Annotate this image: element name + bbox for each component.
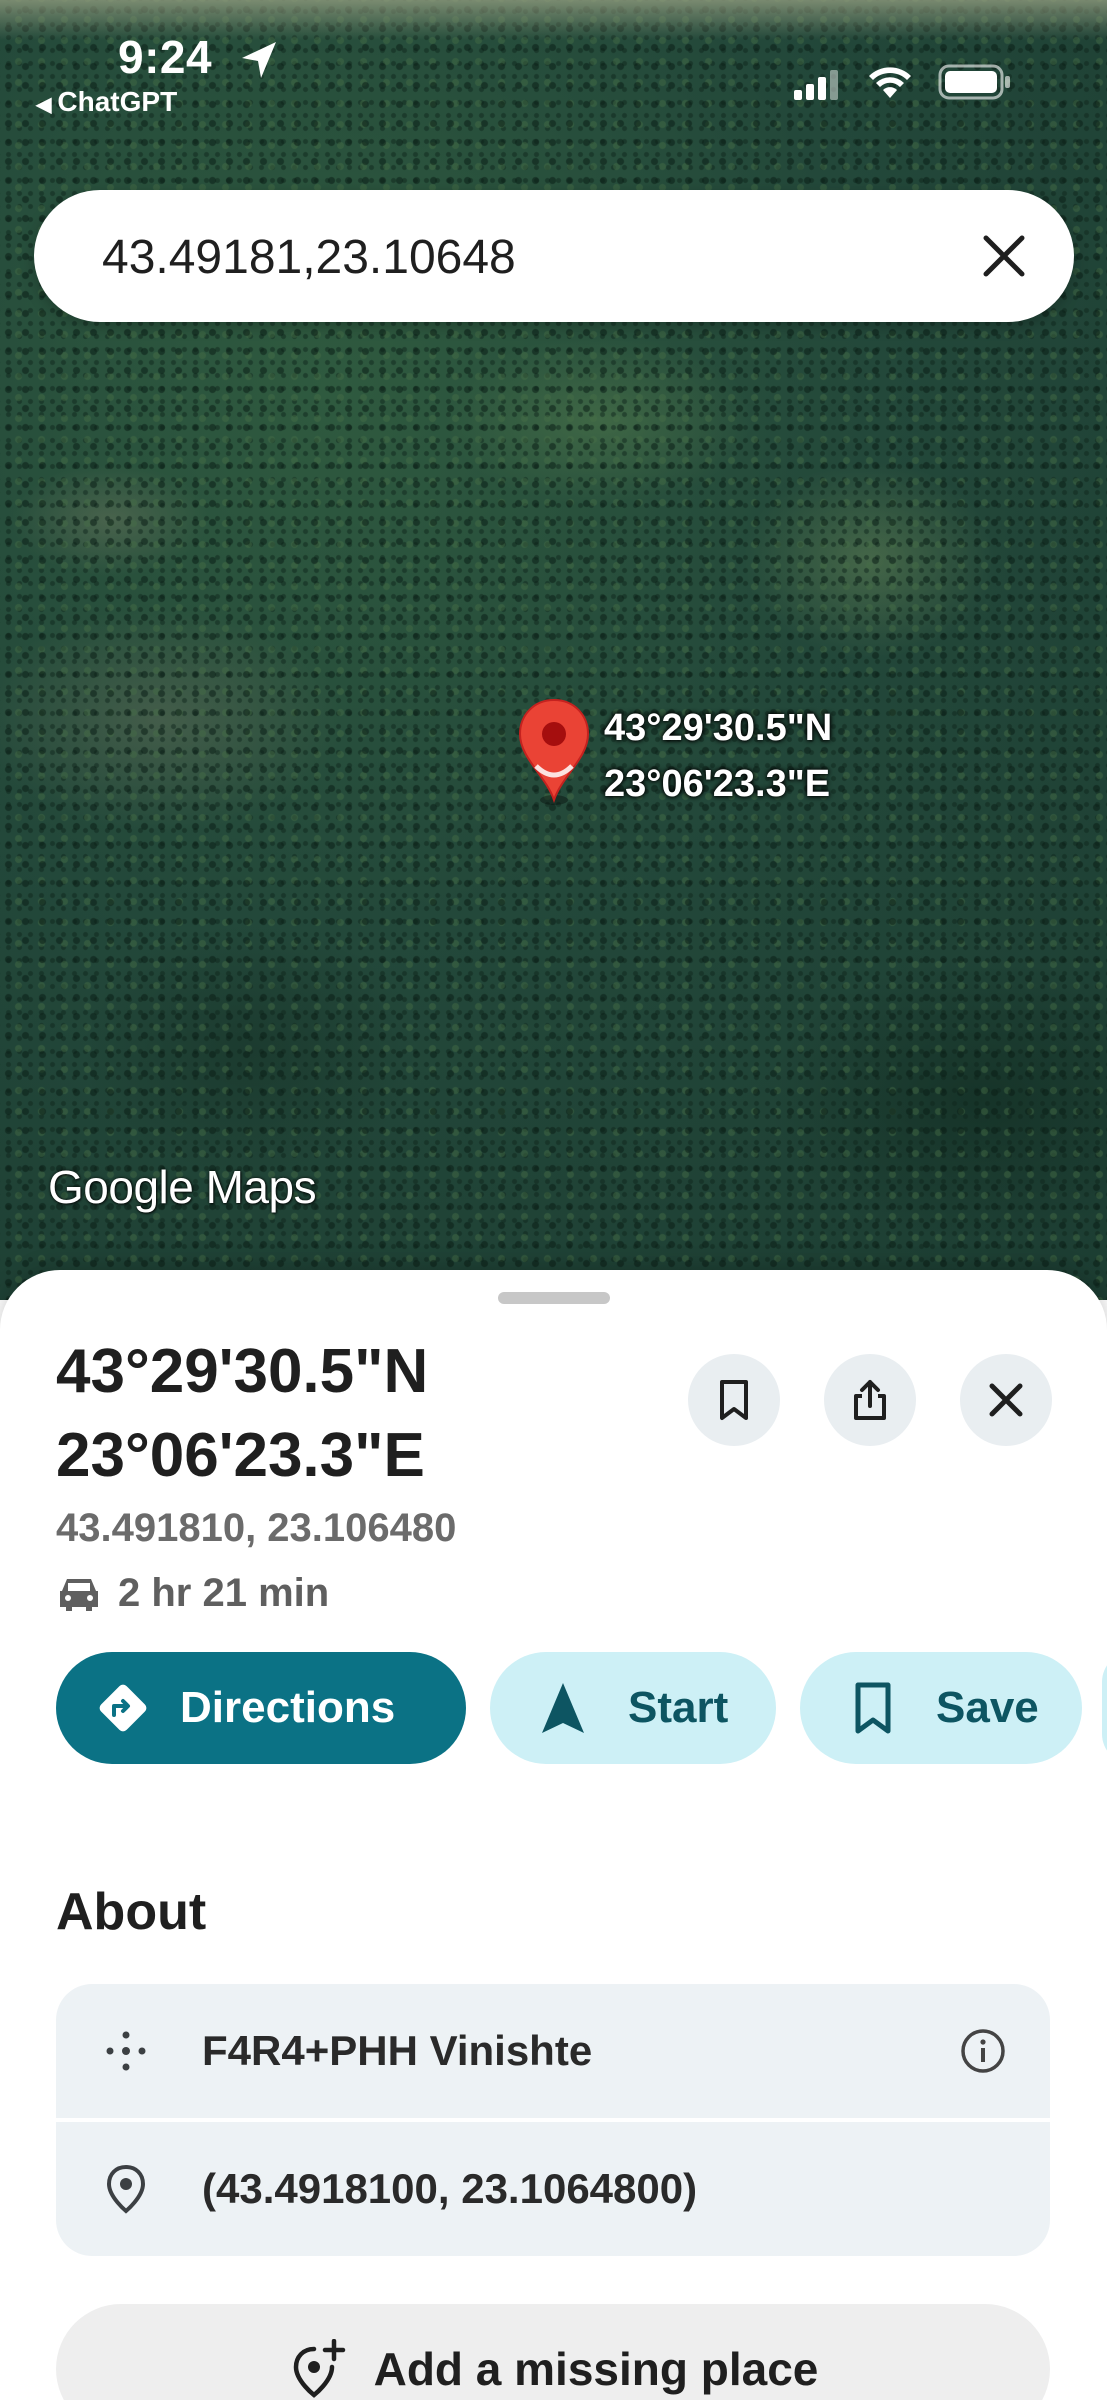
bookmark-icon (855, 1682, 891, 1734)
pin-coordinates-label: 43°29'30.5"N 23°06'23.3"E (604, 700, 832, 812)
place-title-lat: 43°29'30.5"N (56, 1337, 429, 1406)
close-sheet-button[interactable] (960, 1354, 1052, 1446)
more-actions-chip[interactable] (1102, 1652, 1107, 1764)
location-arrow-icon (242, 42, 276, 78)
share-icon (854, 1380, 886, 1420)
save-button[interactable]: Save (800, 1652, 1082, 1764)
drive-time-label: 2 hr 21 min (118, 1570, 330, 1615)
google-maps-logo: Google Maps (48, 1161, 317, 1213)
add-place-icon (293, 2339, 345, 2398)
place-title-lng: 23°06'23.3"E (56, 1421, 425, 1490)
info-icon[interactable] (958, 2026, 1008, 2076)
back-triangle-icon: ◀ (36, 94, 52, 116)
search-input[interactable]: 43.49181,23.10648 (102, 230, 516, 285)
back-to-app-link[interactable]: ◀ ChatGPT (36, 86, 177, 118)
search-bar[interactable]: 43.49181,23.10648 (34, 190, 1074, 322)
place-bottom-sheet: 43°29'30.5"N 23°06'23.3"E 43.491810, 23.… (0, 1270, 1107, 2400)
directions-icon (99, 1684, 147, 1732)
add-missing-place-label: Add a missing place (373, 2343, 819, 2395)
close-icon[interactable] (978, 230, 1030, 282)
share-button[interactable] (824, 1354, 916, 1446)
status-time: 9:24 (118, 31, 213, 83)
location-pin-icon (106, 2164, 146, 2214)
lat-lng-text: (43.4918100, 23.1064800) (202, 2165, 698, 2212)
bookmark-icon (720, 1380, 748, 1420)
add-missing-place-button[interactable]: Add a missing place (56, 2304, 1050, 2400)
drive-time: 2 hr 21 min (56, 1568, 329, 1618)
about-heading: About (56, 1883, 207, 1941)
plus-code-row[interactable]: F4R4+PHH Vinishte (56, 1984, 1050, 2118)
plus-code-icon (106, 2031, 146, 2071)
status-bar: 9:24 ◀ ChatGPT (0, 0, 1107, 120)
decimal-coordinates: 43.491810, 23.106480 (56, 1506, 457, 1550)
action-chips: Directions Start Save (56, 1652, 1107, 1764)
sheet-drag-handle[interactable] (498, 1292, 610, 1304)
save-bookmark-button[interactable] (688, 1354, 780, 1446)
start-button[interactable]: Start (490, 1652, 776, 1764)
car-icon (60, 1579, 98, 1611)
signal-icon (794, 70, 838, 100)
lat-lng-row[interactable]: (43.4918100, 23.1064800) (56, 2122, 1050, 2256)
wifi-icon (869, 67, 911, 98)
map-pin-icon[interactable] (514, 696, 594, 806)
pin-label-lng: 23°06'23.3"E (604, 763, 831, 805)
save-label: Save (936, 1683, 1039, 1732)
navigation-arrow-icon (542, 1683, 584, 1733)
directions-button[interactable]: Directions (56, 1652, 466, 1764)
start-label: Start (628, 1683, 729, 1732)
place-title: 43°29'30.5"N 23°06'23.3"E (56, 1330, 656, 1498)
plus-code-text: F4R4+PHH Vinishte (202, 2027, 593, 2074)
directions-label: Directions (180, 1683, 396, 1732)
close-icon (989, 1383, 1023, 1417)
back-app-label: ChatGPT (57, 86, 178, 117)
battery-icon (938, 64, 1010, 100)
pin-label-lat: 43°29'30.5"N (604, 707, 833, 749)
